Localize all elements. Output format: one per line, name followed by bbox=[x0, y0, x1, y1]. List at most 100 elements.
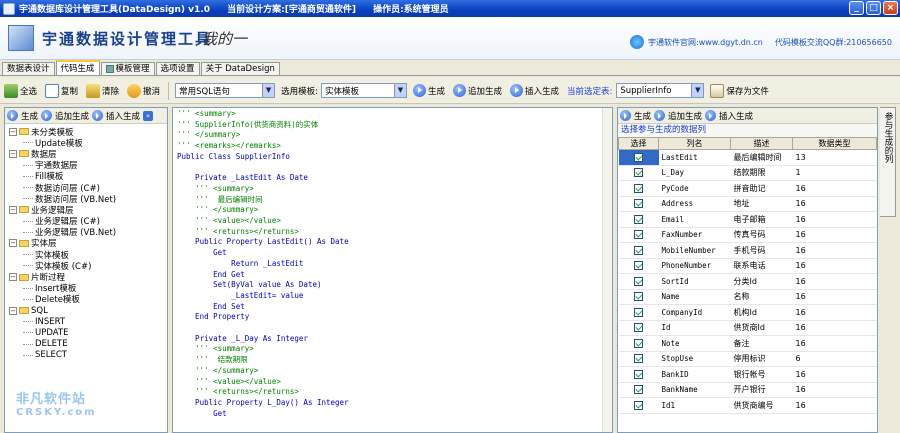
table-row[interactable]: CompanyId 机构Id 16 bbox=[618, 304, 877, 321]
code-editor[interactable]: ''' <summary> ''' SupplierInfo(供货商资料)的实体… bbox=[172, 107, 613, 433]
tree-item[interactable]: 数据访问层 (VB.Net) bbox=[9, 193, 167, 205]
collapse-toggle-icon[interactable]: − bbox=[9, 273, 17, 282]
sql-combo[interactable]: 常用SQL语句 ▼ bbox=[175, 83, 276, 98]
chevron-down-icon[interactable]: ▼ bbox=[262, 84, 275, 97]
tree-group[interactable]: − SQL bbox=[9, 305, 167, 316]
tab-options[interactable]: 选项设置 bbox=[155, 62, 200, 75]
table-row[interactable]: FaxNumber 传真号码 16 bbox=[618, 227, 877, 243]
table-row[interactable]: Id1 供货商编号 16 bbox=[618, 397, 877, 414]
tree-item[interactable]: 业务逻辑层 (VB.Net) bbox=[9, 227, 167, 238]
save-file-button[interactable]: 保存为文件 bbox=[710, 83, 769, 98]
row-checkbox[interactable] bbox=[634, 214, 643, 224]
tab-template-manage[interactable]: 模板管理 bbox=[100, 62, 155, 75]
maximize-button[interactable]: □ bbox=[866, 1, 881, 15]
chevron-down-icon[interactable]: ▼ bbox=[393, 84, 406, 97]
table-row[interactable]: Id 供货商Id 16 bbox=[618, 320, 877, 336]
collapse-toggle-icon[interactable]: − bbox=[9, 127, 17, 136]
tab-about[interactable]: 关于 DataDesign bbox=[200, 62, 280, 75]
table-row[interactable]: Note 备注 16 bbox=[618, 335, 877, 352]
side-tab-columns[interactable]: 参与生成的列 bbox=[880, 107, 896, 217]
tab-table-design[interactable]: 数据表设计 bbox=[2, 62, 55, 75]
col-generate-button[interactable]: 生成 bbox=[634, 110, 651, 122]
table-row[interactable]: Name 名称 16 bbox=[618, 289, 877, 305]
copy-button[interactable]: 复制 bbox=[45, 83, 78, 98]
current-table-combo[interactable]: SupplierInfo ▼ bbox=[616, 83, 705, 98]
tree-generate-button[interactable]: 生成 bbox=[21, 110, 38, 122]
tree-item[interactable]: UPDATE bbox=[9, 327, 167, 338]
col-append-button[interactable]: 追加生成 bbox=[668, 110, 702, 122]
header-description[interactable]: 描述 bbox=[730, 137, 793, 150]
collapse-toggle-icon[interactable]: − bbox=[9, 149, 17, 158]
tree-group[interactable]: − 业务逻辑层 bbox=[9, 204, 167, 216]
tree-group[interactable]: − 未分类模板 bbox=[9, 126, 167, 138]
tree-item[interactable]: 业务逻辑层 (C#) bbox=[9, 216, 167, 227]
tree-group[interactable]: − 数据层 bbox=[9, 148, 167, 160]
table-row[interactable]: Address 地址 16 bbox=[618, 196, 877, 212]
table-row[interactable]: BankID 银行帐号 16 bbox=[618, 366, 877, 383]
tree-item[interactable]: 实体模板 bbox=[9, 249, 167, 261]
row-checkbox[interactable] bbox=[634, 307, 643, 317]
tree-item[interactable]: 数据访问层 (C#) bbox=[9, 182, 167, 194]
row-checkbox[interactable] bbox=[634, 261, 643, 271]
table-row[interactable]: PhoneNumber 联系电话 16 bbox=[618, 258, 877, 274]
tree-item[interactable]: Fill模板 bbox=[9, 171, 167, 182]
collapse-toggle-icon[interactable]: − bbox=[9, 239, 17, 248]
row-checkbox[interactable] bbox=[634, 292, 643, 302]
tree-item[interactable]: DELETE bbox=[9, 339, 167, 350]
header-column-name[interactable]: 列名 bbox=[658, 137, 731, 150]
row-checkbox[interactable] bbox=[634, 385, 643, 395]
insert-generate-button[interactable]: 插入生成 bbox=[509, 84, 559, 97]
row-checkbox[interactable] bbox=[634, 152, 643, 162]
website-link[interactable]: 宇通软件官网:www.dgyt.dn.cn bbox=[648, 37, 763, 48]
tree-item[interactable]: Update模板 bbox=[9, 137, 167, 149]
code-text[interactable]: ''' <summary> ''' SupplierInfo(供货商资料)的实体… bbox=[173, 108, 612, 419]
table-row[interactable]: PyCode 拼音助记 16 bbox=[618, 180, 877, 197]
row-checkbox[interactable] bbox=[634, 323, 643, 333]
row-checkbox[interactable] bbox=[634, 354, 643, 364]
table-row[interactable]: LastEdit 最后编辑时间 13 bbox=[618, 149, 877, 166]
tree-group[interactable]: − 实体层 bbox=[9, 238, 167, 249]
tree-insert-button[interactable]: 插入生成 bbox=[106, 110, 140, 122]
tree-group[interactable]: − 片断过程 bbox=[9, 271, 167, 283]
select-all-button[interactable]: 全选 bbox=[4, 83, 37, 98]
row-checkbox[interactable] bbox=[634, 400, 643, 410]
table-row[interactable]: BankName 开户银行 16 bbox=[618, 382, 877, 398]
tree-item[interactable]: 宇通数据层 bbox=[9, 160, 167, 171]
chevron-down-icon[interactable]: ▼ bbox=[691, 84, 704, 97]
generate-button[interactable]: 生成 bbox=[412, 84, 445, 97]
header-select[interactable]: 选择 bbox=[618, 137, 659, 150]
row-checkbox[interactable] bbox=[634, 230, 643, 240]
row-checkbox[interactable] bbox=[634, 199, 643, 209]
collapse-toggle-icon[interactable]: − bbox=[9, 205, 17, 214]
table-row[interactable]: L_Day 结款期限 1 bbox=[618, 165, 877, 181]
close-button[interactable]: × bbox=[883, 1, 898, 15]
code-scrollbar[interactable] bbox=[602, 108, 612, 432]
tree-item[interactable]: SELECT bbox=[9, 350, 167, 361]
table-row[interactable]: StopUse 停用标识 6 bbox=[618, 351, 877, 367]
table-row[interactable]: SortId 分类Id 16 bbox=[618, 273, 877, 290]
row-checkbox[interactable] bbox=[634, 168, 643, 178]
clear-button[interactable]: 清除 bbox=[86, 83, 119, 98]
row-checkbox[interactable] bbox=[634, 338, 643, 348]
row-checkbox[interactable] bbox=[634, 369, 643, 379]
row-checkbox[interactable] bbox=[634, 245, 643, 255]
template-combo[interactable]: 实体模板 ▼ bbox=[320, 83, 407, 98]
table-row[interactable]: Email 电子邮箱 16 bbox=[618, 211, 877, 228]
col-insert-button[interactable]: 插入生成 bbox=[719, 110, 753, 122]
header-data-type[interactable]: 数据类型 bbox=[792, 137, 877, 150]
append-generate-button[interactable]: 追加生成 bbox=[452, 84, 502, 97]
minimize-button[interactable]: _ bbox=[849, 1, 864, 15]
tree-append-button[interactable]: 追加生成 bbox=[55, 110, 89, 122]
table-row[interactable]: MobileNumber 手机号码 16 bbox=[618, 242, 877, 259]
undo-button[interactable]: 撤消 bbox=[127, 83, 160, 98]
collapse-left-icon[interactable]: « bbox=[143, 110, 154, 121]
tree-item[interactable]: 实体模板 (C#) bbox=[9, 260, 167, 272]
tree-item[interactable]: INSERT bbox=[9, 316, 167, 327]
row-checkbox[interactable] bbox=[634, 276, 643, 286]
tree-item[interactable]: Insert模板 bbox=[9, 283, 167, 294]
row-checkbox[interactable] bbox=[634, 183, 643, 193]
code-line: _LastEdit= value bbox=[177, 290, 304, 300]
tab-code-generation[interactable]: 代码生成 bbox=[55, 60, 100, 75]
collapse-toggle-icon[interactable]: − bbox=[9, 306, 17, 315]
tree-item[interactable]: Delete模板 bbox=[9, 294, 167, 305]
